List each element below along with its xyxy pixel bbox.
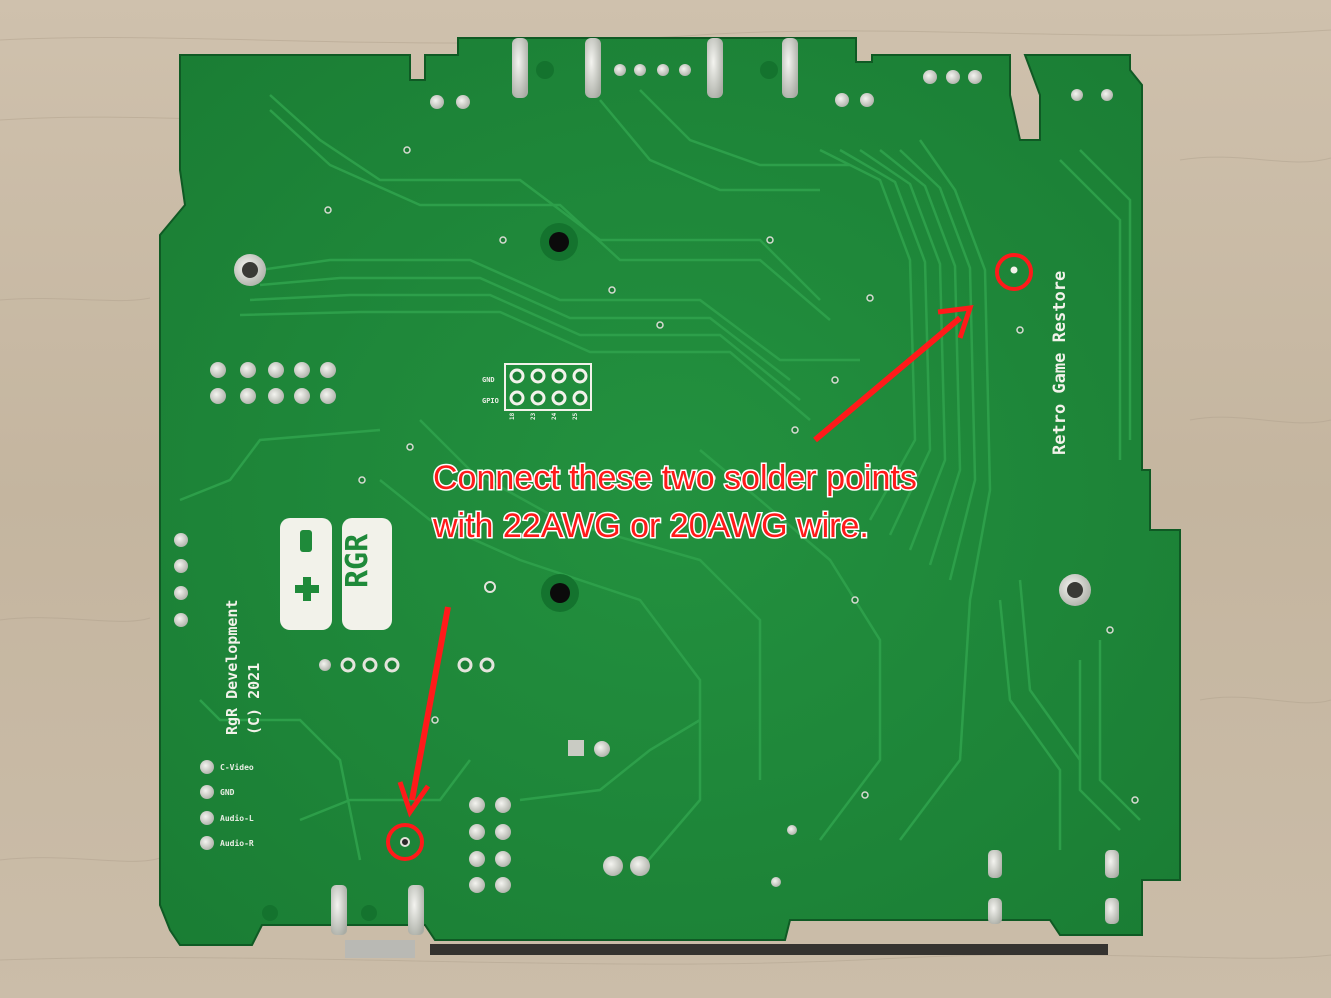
pcb-photo: GND GPIO 18 23 24 25 RGR C-Video GND Aud… bbox=[0, 0, 1331, 998]
solder-point-top bbox=[1010, 266, 1018, 274]
av-label-gnd: GND bbox=[220, 788, 235, 797]
solder-point-bottom bbox=[400, 837, 410, 847]
gpio-pin-24: 24 bbox=[551, 412, 558, 420]
av-label-audio-r: Audio-R bbox=[220, 838, 254, 848]
annotation-line1: Connect these two solder points bbox=[433, 459, 917, 497]
gpio-pin-23: 23 bbox=[530, 412, 537, 420]
av-label-audio-l: Audio-L bbox=[220, 813, 254, 823]
rgr-logo-letters: RGR bbox=[340, 533, 375, 588]
dev-text-line1: RgR Development bbox=[223, 600, 241, 735]
gpio-label-gnd: GND bbox=[482, 376, 495, 384]
gpio-pin-25: 25 bbox=[572, 412, 579, 420]
annotation-line2: with 22AWG or 20AWG wire. bbox=[432, 507, 869, 545]
brand-text: Retro Game Restore bbox=[1050, 271, 1070, 455]
dev-text-line2: (C) 2021 bbox=[245, 663, 263, 735]
av-label-cvideo: C-Video bbox=[220, 762, 254, 772]
gpio-label-gpio: GPIO bbox=[482, 397, 499, 405]
gpio-pin-18: 18 bbox=[509, 412, 516, 420]
